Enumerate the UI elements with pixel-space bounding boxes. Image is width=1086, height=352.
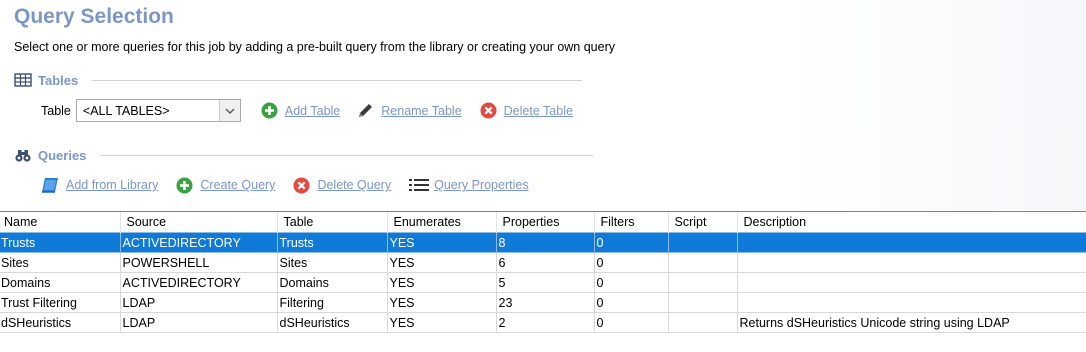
- queries-section-header: Queries: [14, 147, 594, 163]
- rename-table-button[interactable]: Rename Table: [356, 102, 462, 120]
- delete-table-button[interactable]: Delete Table: [480, 102, 573, 119]
- cell-properties: 2: [495, 312, 595, 333]
- cell-script: [667, 232, 738, 253]
- background-fade: [786, 0, 1086, 210]
- cell-enumerates: YES: [386, 252, 497, 273]
- column-header-filters[interactable]: Filters: [594, 212, 669, 233]
- cell-enumerates: YES: [386, 272, 497, 293]
- cell-script: [667, 252, 738, 273]
- cell-filters: 0: [593, 312, 669, 333]
- plus-circle-icon: [261, 102, 278, 119]
- tables-heading: Tables: [38, 72, 79, 88]
- binoculars-icon: [14, 147, 32, 163]
- column-header-name[interactable]: Name: [0, 212, 121, 233]
- table-grid-icon: [14, 72, 32, 88]
- column-header-properties[interactable]: Properties: [496, 212, 595, 233]
- add-table-label: Add Table: [284, 103, 341, 118]
- cell-filters: 0: [593, 232, 669, 253]
- table-row[interactable]: dSHeuristics LDAP dSHeuristics YES 2 0 R…: [0, 312, 1086, 333]
- delete-table-label: Delete Table: [503, 103, 573, 118]
- create-query-label: Create Query: [200, 178, 276, 192]
- plus-circle-icon: [176, 177, 193, 194]
- column-header-table[interactable]: Table: [277, 212, 388, 233]
- chevron-down-icon[interactable]: [218, 100, 240, 121]
- cell-source: ACTIVEDIRECTORY: [119, 232, 278, 253]
- delete-query-label: Delete Query: [317, 178, 392, 192]
- divider: [100, 154, 594, 156]
- queries-table: Name Source Table Enumerates Properties …: [0, 212, 1086, 333]
- cell-table: Filtering: [276, 292, 388, 313]
- query-properties-label: Query Properties: [434, 178, 529, 192]
- book-icon: [41, 176, 61, 194]
- column-header-enumerates[interactable]: Enumerates: [387, 212, 497, 233]
- table-row[interactable]: Sites POWERSHELL Sites YES 6 0: [0, 252, 1086, 273]
- cell-properties: 5: [495, 272, 595, 293]
- cell-filters: 0: [593, 252, 669, 273]
- page-title: Query Selection: [14, 5, 174, 28]
- x-circle-icon: [293, 177, 310, 194]
- x-circle-icon: [480, 102, 497, 119]
- table-row[interactable]: Trusts ACTIVEDIRECTORY Trusts YES 8 0: [0, 232, 1086, 253]
- queries-heading: Queries: [38, 147, 87, 163]
- cell-filters: 0: [593, 272, 669, 293]
- table-select-value: <ALL TABLES>: [82, 103, 170, 118]
- cell-table: dSHeuristics: [276, 312, 388, 333]
- cell-script: [667, 272, 738, 293]
- list-icon: [409, 178, 430, 192]
- grid-header-row: Name Source Table Enumerates Properties …: [0, 212, 1086, 233]
- cell-source: LDAP: [119, 312, 278, 333]
- page-subtitle: Select one or more queries for this job …: [14, 40, 615, 54]
- cell-properties: 8: [495, 232, 595, 253]
- cell-name: Sites: [0, 252, 121, 273]
- cell-table: Trusts: [276, 232, 388, 253]
- add-from-library-label: Add from Library: [66, 178, 159, 192]
- cell-description: [736, 272, 1086, 293]
- query-properties-button[interactable]: Query Properties: [409, 178, 529, 192]
- table-row[interactable]: Domains ACTIVEDIRECTORY Domains YES 5 0: [0, 272, 1086, 293]
- queries-grid: Name Source Table Enumerates Properties …: [0, 211, 1086, 333]
- cell-properties: 6: [495, 252, 595, 273]
- table-label: Table: [41, 103, 71, 118]
- cell-source: POWERSHELL: [119, 252, 278, 273]
- column-header-script[interactable]: Script: [668, 212, 738, 233]
- create-query-button[interactable]: Create Query: [176, 177, 275, 194]
- column-header-source[interactable]: Source: [120, 212, 278, 233]
- cell-description: [736, 252, 1086, 273]
- cell-name: dSHeuristics: [0, 312, 121, 333]
- cell-properties: 23: [495, 292, 595, 313]
- cell-source: LDAP: [119, 292, 278, 313]
- cell-description: [736, 232, 1086, 253]
- cell-enumerates: YES: [386, 312, 497, 333]
- cell-name: Trust Filtering: [0, 292, 121, 313]
- pencil-icon: [356, 102, 374, 120]
- column-header-description[interactable]: Description: [737, 212, 1086, 233]
- delete-query-button[interactable]: Delete Query: [293, 177, 391, 194]
- cell-enumerates: YES: [386, 232, 497, 253]
- add-from-library-button[interactable]: Add from Library: [41, 176, 158, 194]
- cell-script: [667, 312, 738, 333]
- cell-script: [667, 292, 738, 313]
- rename-table-label: Rename Table: [381, 103, 462, 118]
- cell-name: Domains: [0, 272, 121, 293]
- table-row[interactable]: Trust Filtering LDAP Filtering YES 23 0: [0, 292, 1086, 313]
- cell-table: Domains: [276, 272, 388, 293]
- table-select[interactable]: <ALL TABLES>: [75, 99, 241, 122]
- cell-description: Returns dSHeuristics Unicode string usin…: [736, 312, 1086, 333]
- table-controls: Table <ALL TABLES> Add Table Rename Tabl…: [41, 99, 573, 122]
- cell-table: Sites: [276, 252, 388, 273]
- cell-source: ACTIVEDIRECTORY: [119, 272, 278, 293]
- cell-description: [736, 292, 1086, 313]
- tables-section-header: Tables: [14, 72, 583, 88]
- query-controls: Add from Library Create Query Delete Que…: [41, 176, 529, 194]
- cell-filters: 0: [593, 292, 669, 313]
- cell-enumerates: YES: [386, 292, 497, 313]
- cell-name: Trusts: [0, 232, 121, 253]
- divider: [92, 79, 583, 81]
- add-table-button[interactable]: Add Table: [261, 102, 340, 119]
